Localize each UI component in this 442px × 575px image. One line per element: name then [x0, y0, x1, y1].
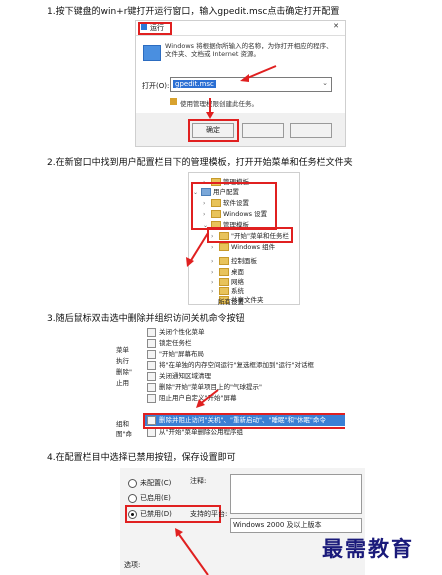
step-4-arrows [175, 528, 209, 575]
watermark-logo: 最需教育 [322, 536, 414, 561]
